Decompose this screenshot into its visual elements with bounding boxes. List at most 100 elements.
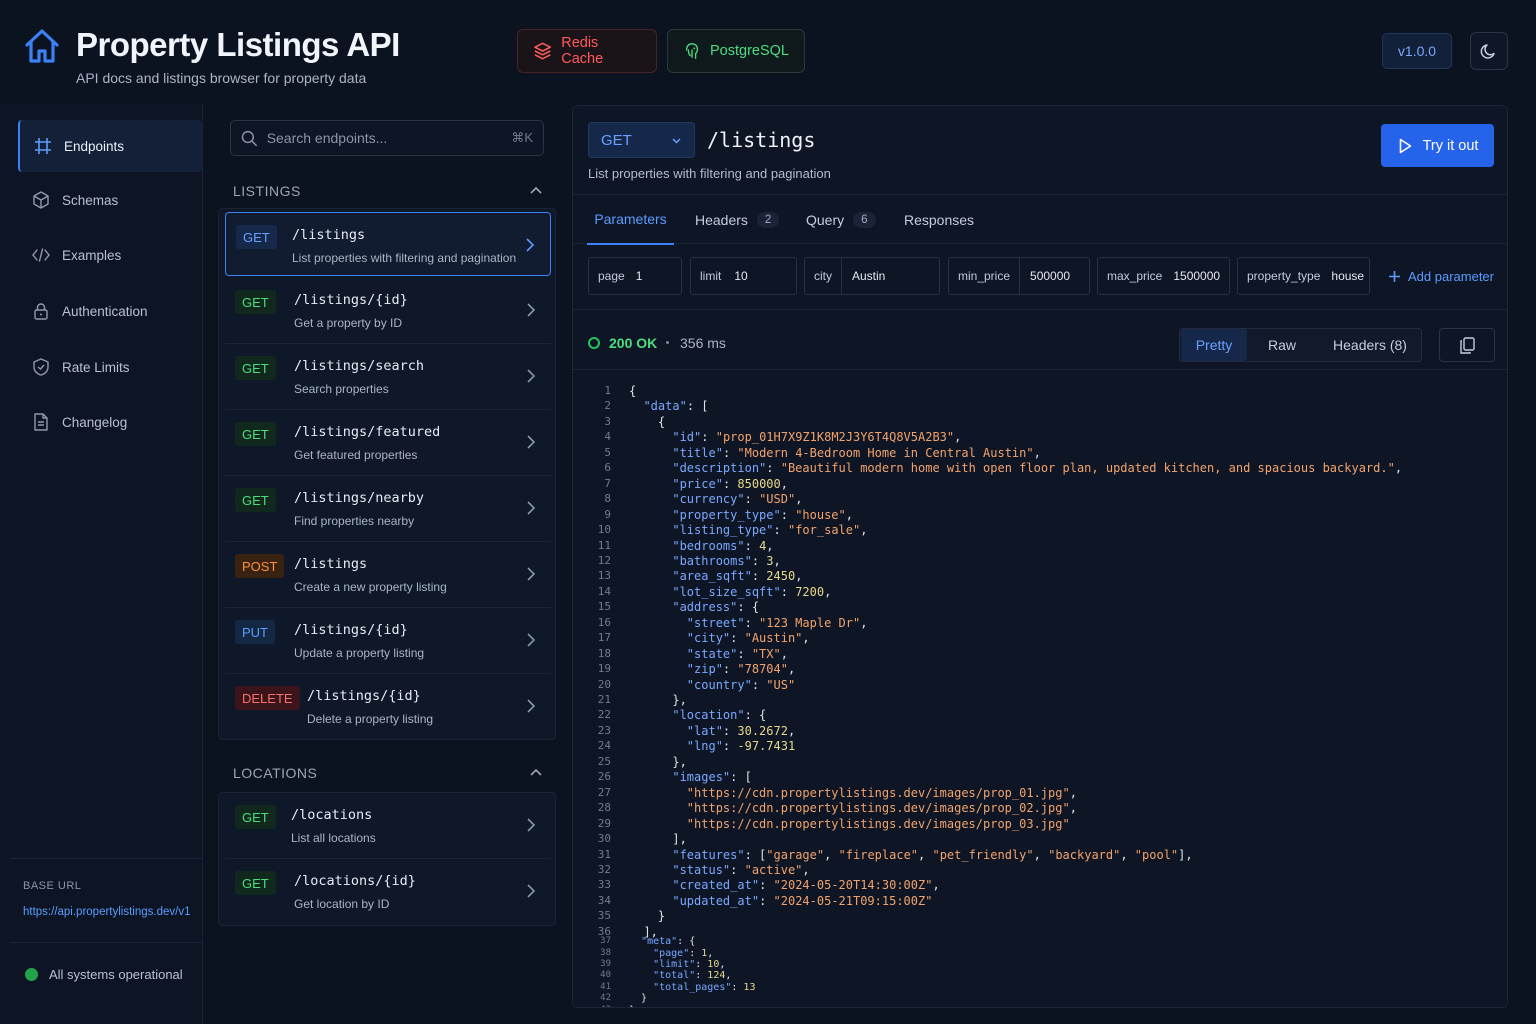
line-number: 29 [597,816,611,830]
code-line: "status": "active", [672,862,810,877]
lock-icon [34,303,48,320]
endpoint-item-delete-listing[interactable]: DELETE /listings/{id} Delete a property … [225,674,551,740]
method-badge: GET [236,225,277,249]
document-icon [34,413,48,431]
tab-responses[interactable]: Responses [904,195,974,245]
code-line: "limit": 10, [653,958,726,970]
line-number: 20 [597,677,611,691]
tab-query[interactable]: Query 6 [806,195,876,245]
chevron-right-icon [527,303,536,317]
param-value[interactable]: 500000 [1019,258,1080,294]
add-parameter-button[interactable]: Add parameter [1388,269,1494,284]
endpoint-item-update-listing[interactable]: PUT /listings/{id} Update a property lis… [225,608,551,674]
view-headers[interactable]: Headers (8) [1320,329,1420,361]
method-badge: GET [235,356,276,380]
method-badge: POST [235,554,285,578]
endpoint-item-listings-featured[interactable]: GET /listings/featured Get featured prop… [225,410,551,476]
code-line: "https://cdn.propertylistings.dev/images… [686,816,1070,831]
code-line: "state": "TX", [686,646,788,661]
tab-headers[interactable]: Headers 2 [695,195,780,245]
nav-label: Examples [62,247,122,263]
line-number: 30 [597,832,611,846]
param-city[interactable]: city Austin [804,257,940,295]
chevron-up-icon[interactable] [529,766,543,780]
code-line: "location": { [672,708,767,723]
param-key: page [598,269,625,283]
param-value[interactable]: Austin [841,258,895,294]
endpoint-item-listings[interactable]: GET /listings List properties with filte… [225,212,551,276]
param-value[interactable]: house [1329,258,1374,294]
app-title: Property Listings API [76,26,400,63]
param-property-type[interactable]: property_type house [1237,257,1370,295]
code-line: "address": { [672,600,760,615]
copy-button[interactable] [1439,328,1495,362]
line-number: 4 [604,430,611,444]
nav-item-endpoints[interactable]: Endpoints [18,120,202,172]
code-icon [32,248,50,262]
line-number: 7 [604,476,611,490]
chevron-up-icon[interactable] [529,184,543,198]
param-value[interactable]: 10 [730,258,757,294]
param-key: min_price [958,269,1011,283]
layers-icon [534,42,552,60]
base-url-link[interactable]: https://api.propertylistings.dev/v1 [23,906,190,918]
view-raw[interactable]: Raw [1252,329,1312,361]
param-max-price[interactable]: max_price 1500000 [1097,257,1230,295]
endpoint-item-location-by-id[interactable]: GET /locations/{id} Get location by ID [225,859,551,925]
line-number: 40 [600,970,611,981]
search-box[interactable]: ⌘K [230,120,544,156]
nav-item-authentication[interactable]: Authentication [18,285,202,337]
method-select[interactable]: GET [588,122,695,158]
endpoint-item-listing-by-id[interactable]: GET /listings/{id} Get a property by ID [225,278,551,344]
param-value[interactable]: 1500000 [1171,258,1230,294]
nav-item-rate-limits[interactable]: Rate Limits [18,341,202,393]
try-it-out-button[interactable]: Try it out [1381,124,1494,167]
play-icon [1399,138,1411,153]
endpoint-item-locations[interactable]: GET /locations List all locations [225,793,551,859]
search-input[interactable] [266,130,503,146]
chevron-right-icon [527,699,536,713]
param-limit[interactable]: limit 10 [690,257,797,295]
redis-cache-badge[interactable]: Redis Cache [517,29,657,73]
nav-item-examples[interactable]: Examples [18,229,202,281]
chevron-down-icon [672,137,681,144]
theme-toggle-button[interactable] [1470,32,1508,70]
line-number: 41 [600,981,611,992]
elephant-icon [685,43,699,59]
section-title: LISTINGS [233,183,301,199]
home-icon [25,29,59,63]
postgresql-badge[interactable]: PostgreSQL [667,29,805,73]
param-page[interactable]: page 1 [588,257,682,295]
code-line: "area_sqft": 2450, [672,569,803,584]
chevron-right-icon [527,435,536,449]
param-min-price[interactable]: min_price 500000 [948,257,1090,295]
endpoint-item-listings-search[interactable]: GET /listings/search Search properties [225,344,551,410]
endpoint-description: Get featured properties [294,448,418,462]
section-header-listings[interactable]: LISTINGS [233,181,543,201]
locations-group: GET /locations List all locations GET /l… [218,792,556,926]
endpoint-description: List all locations [291,831,376,845]
line-number: 13 [597,569,611,583]
endpoint-item-create-listing[interactable]: POST /listings Create a new property lis… [225,542,551,608]
section-header-locations[interactable]: LOCATIONS [233,763,543,783]
code-line: "description": "Beautiful modern home wi… [672,461,1403,476]
chevron-right-icon [527,633,536,647]
view-pretty[interactable]: Pretty [1181,329,1247,361]
copy-icon [1460,336,1475,354]
version-badge[interactable]: v1.0.0 [1382,33,1452,69]
line-number: 37 [600,936,611,947]
code-line: "lat": 30.2672, [686,723,796,738]
line-number: 27 [597,785,611,799]
param-value[interactable]: 1 [634,258,653,294]
line-number: 9 [604,507,611,521]
nav-item-schemas[interactable]: Schemas [18,174,202,226]
nav-item-changelog[interactable]: Changelog [18,396,202,448]
endpoint-item-listings-nearby[interactable]: GET /listings/nearby Find properties nea… [225,476,551,542]
line-number: 17 [597,631,611,645]
code-line: "title": "Modern 4-Bedroom Home in Centr… [672,445,1041,460]
response-bar: 200 OK 356 ms Pretty Raw Headers (8) [573,310,1507,370]
redis-cache-label: Redis Cache [561,35,604,67]
line-number: 10 [597,523,611,537]
response-code-viewer[interactable]: 1 {2 "data": [3 {4 "id": "prop_01H7X9Z1K8… [573,376,1507,1007]
tab-parameters[interactable]: Parameters [587,195,674,245]
